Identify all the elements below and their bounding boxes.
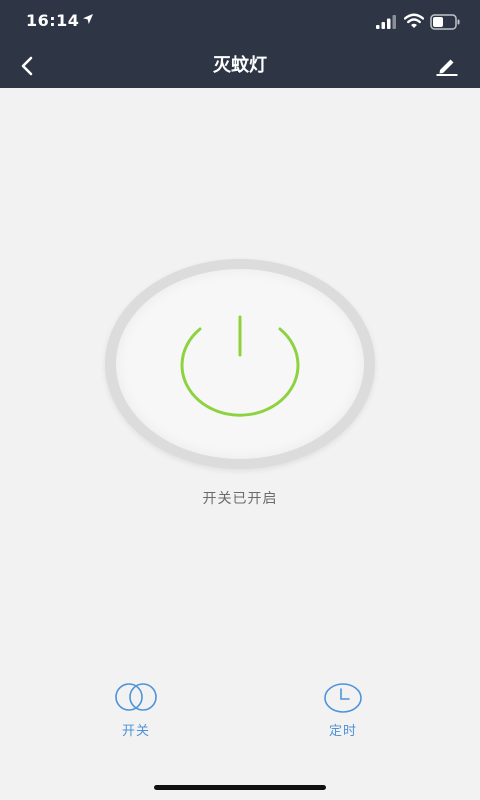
clock-icon [324, 683, 362, 713]
power-button[interactable] [116, 269, 364, 459]
edit-button[interactable] [430, 44, 464, 88]
switch-label: 开关 [121, 724, 150, 739]
location-arrow-icon [83, 14, 93, 24]
nav-bar: 灭蚊灯 [0, 44, 480, 88]
pencil-icon [436, 59, 458, 76]
power-icon [180, 315, 300, 417]
status-bar: 16:14 [0, 0, 480, 44]
wifi-icon [404, 13, 424, 28]
toggle-circles-icon [115, 683, 157, 711]
battery-icon [430, 14, 460, 30]
home-indicator[interactable] [154, 785, 326, 790]
switch-button[interactable]: 开关 [96, 682, 176, 746]
back-button[interactable] [12, 44, 46, 88]
power-status-text: 开关已开启 [202, 491, 278, 507]
signal-icon [376, 15, 396, 29]
status-time: 16:14 [26, 11, 80, 30]
page-title: 灭蚊灯 [213, 55, 267, 76]
timer-label: 定时 [328, 724, 357, 739]
chevron-left-icon [21, 56, 33, 76]
timer-button[interactable]: 定时 [303, 682, 383, 746]
